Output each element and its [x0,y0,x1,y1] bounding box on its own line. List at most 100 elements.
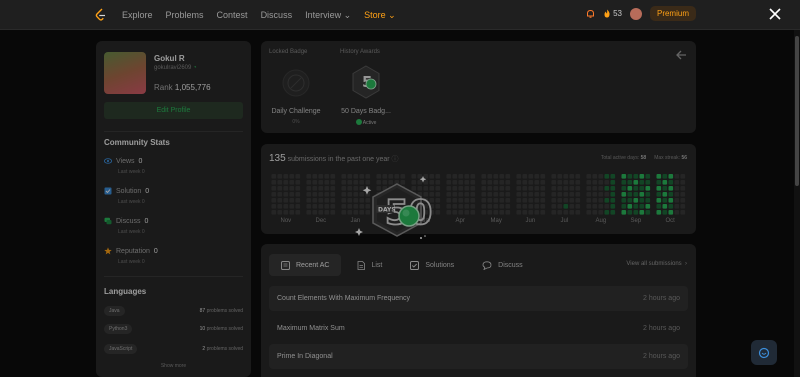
heatmap-cell[interactable] [621,192,627,197]
heatmap-cell[interactable] [324,192,330,197]
heatmap-cell[interactable] [295,192,301,197]
heatmap-cell[interactable] [639,198,645,203]
heatmap-cell[interactable] [627,198,633,203]
heatmap-cell[interactable] [569,180,575,185]
heatmap-cell[interactable] [277,210,283,215]
heatmap-cell[interactable] [534,192,540,197]
heatmap-cell[interactable] [598,186,604,191]
heatmap-cell[interactable] [493,210,499,215]
heatmap-cell[interactable] [569,186,575,191]
heatmap-cell[interactable] [347,210,353,215]
heatmap-cell[interactable] [487,204,493,209]
heatmap-cell[interactable] [522,186,528,191]
heatmap-cell[interactable] [540,174,546,179]
heatmap-cell[interactable] [522,204,528,209]
heatmap-cell[interactable] [458,204,464,209]
heatmap-cell[interactable] [295,204,301,209]
heatmap-cell[interactable] [324,204,330,209]
heatmap-cell[interactable] [283,204,289,209]
heatmap-cell[interactable] [680,174,686,179]
heatmap-cell[interactable] [277,174,283,179]
heatmap-cell[interactable] [487,174,493,179]
heatmap-cell[interactable] [341,174,347,179]
heatmap-cell[interactable] [330,198,336,203]
heatmap-cell[interactable] [446,210,452,215]
heatmap-cell[interactable] [312,210,318,215]
heatmap-cell[interactable] [639,210,645,215]
heatmap-cell[interactable] [668,204,674,209]
heatmap-cell[interactable] [633,192,639,197]
heatmap-cell[interactable] [534,180,540,185]
heatmap-cell[interactable] [645,180,651,185]
heatmap-cell[interactable] [324,174,330,179]
heatmap-cell[interactable] [528,210,534,215]
heatmap-cell[interactable] [277,204,283,209]
heatmap-cell[interactable] [540,204,546,209]
nav-contest[interactable]: Contest [217,10,248,20]
arrow-left-icon[interactable] [675,49,687,61]
heatmap-cell[interactable] [592,204,598,209]
heatmap-cell[interactable] [499,204,505,209]
heatmap-cell[interactable] [633,204,639,209]
heatmap-cell[interactable] [656,186,662,191]
locked-badge-icon[interactable] [281,67,311,99]
heatmap-cell[interactable] [347,204,353,209]
heatmap-cell[interactable] [306,198,312,203]
heatmap-cell[interactable] [674,192,680,197]
heatmap-cell[interactable] [318,186,324,191]
heatmap-cell[interactable] [277,192,283,197]
heatmap-cell[interactable] [271,192,277,197]
heatmap-cell[interactable] [586,186,592,191]
heatmap-cell[interactable] [557,192,563,197]
heatmap-cell[interactable] [551,192,557,197]
heatmap-cell[interactable] [645,204,651,209]
heatmap-cell[interactable] [330,204,336,209]
heatmap-cell[interactable] [283,174,289,179]
heatmap-cell[interactable] [318,210,324,215]
heatmap-cell[interactable] [289,180,295,185]
heatmap-cell[interactable] [586,180,592,185]
streak-counter[interactable]: 53 [603,9,622,18]
heatmap-cell[interactable] [645,198,651,203]
heatmap-cell[interactable] [674,198,680,203]
heatmap-cell[interactable] [674,204,680,209]
heatmap-cell[interactable] [598,204,604,209]
heatmap-cell[interactable] [347,198,353,203]
heatmap-cell[interactable] [330,192,336,197]
heatmap-cell[interactable] [330,180,336,185]
heatmap-cell[interactable] [277,186,283,191]
heatmap-cell[interactable] [575,198,581,203]
heatmap-cell[interactable] [610,204,616,209]
heatmap-cell[interactable] [645,192,651,197]
heatmap-cell[interactable] [289,198,295,203]
heatmap-cell[interactable] [464,210,470,215]
heatmap-cell[interactable] [633,198,639,203]
heatmap-cell[interactable] [598,174,604,179]
heatmap-cell[interactable] [598,192,604,197]
heatmap-cell[interactable] [534,204,540,209]
heatmap-cell[interactable] [452,192,458,197]
heatmap-cell[interactable] [446,174,452,179]
heatmap-cell[interactable] [493,192,499,197]
heatmap-cell[interactable] [295,180,301,185]
heatmap-cell[interactable] [289,186,295,191]
heatmap-cell[interactable] [493,204,499,209]
language-tag[interactable]: JavaScript [104,344,138,354]
heatmap-cell[interactable] [499,186,505,191]
heatmap-cell[interactable] [505,204,511,209]
heatmap-cell[interactable] [551,174,557,179]
heatmap-cell[interactable] [680,198,686,203]
heatmap-cell[interactable] [295,210,301,215]
heatmap-cell[interactable] [569,198,575,203]
heatmap-cell[interactable] [586,192,592,197]
heatmap-cell[interactable] [575,180,581,185]
heatmap-cell[interactable] [347,174,353,179]
heatmap-cell[interactable] [289,192,295,197]
heatmap-cell[interactable] [481,186,487,191]
heatmap-cell[interactable] [446,198,452,203]
heatmap-cell[interactable] [540,192,546,197]
heatmap-cell[interactable] [668,210,674,215]
heatmap-cell[interactable] [318,204,324,209]
heatmap-cell[interactable] [446,180,452,185]
heatmap-cell[interactable] [283,180,289,185]
